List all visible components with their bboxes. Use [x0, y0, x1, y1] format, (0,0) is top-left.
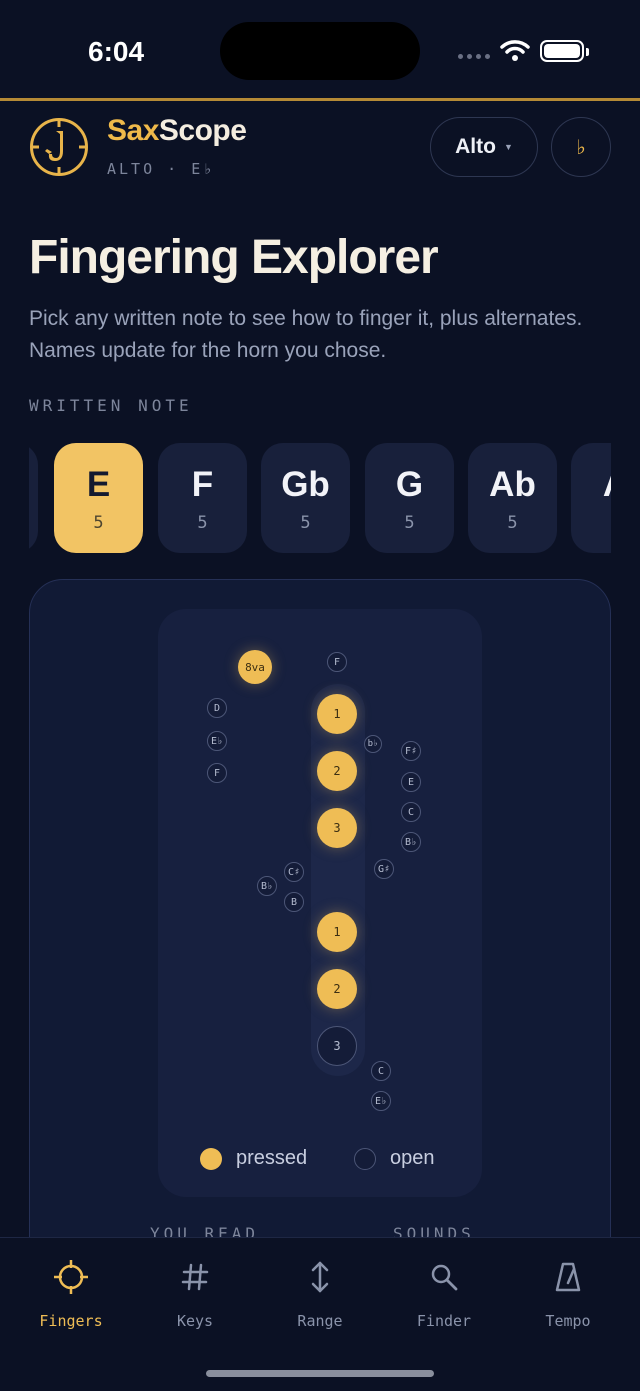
crosshair-icon — [53, 1258, 89, 1296]
status-time: 6:04 — [88, 36, 145, 67]
note-card[interactable]: F 5 — [158, 443, 247, 553]
written-note-label: WRITTEN NOTE — [29, 396, 193, 415]
metronome-icon — [554, 1258, 582, 1296]
key-low-c[interactable]: C — [371, 1061, 391, 1081]
tab-label: Finder — [416, 1312, 472, 1330]
brand-scope: Scope — [158, 114, 247, 147]
wifi-icon — [500, 40, 530, 61]
octave-key[interactable]: 8va — [238, 650, 272, 684]
legend-pressed: pressed — [200, 1147, 307, 1170]
tab-range[interactable]: Range — [256, 1238, 384, 1338]
note-card[interactable]: A — [571, 443, 611, 553]
horn-select-button[interactable]: Alto ▼ — [430, 117, 538, 177]
note-octave: 5 — [300, 513, 311, 533]
tab-finder[interactable]: Finder — [380, 1238, 508, 1338]
legend-open: open — [354, 1147, 435, 1170]
note-name: A — [603, 465, 611, 505]
pressed-swatch — [200, 1147, 222, 1170]
key-front-f[interactable]: F — [327, 652, 347, 672]
note-card[interactable]: E 5 — [54, 443, 143, 553]
header-accent-line — [0, 98, 640, 101]
brand-sax: Sax — [107, 114, 159, 147]
accidental-toggle-button[interactable]: ♭ — [551, 117, 611, 177]
cellular-signal-icon — [458, 54, 490, 59]
note-name: G — [395, 465, 424, 504]
status-bar: 6:04 — [0, 0, 640, 100]
key-side-c[interactable]: C — [401, 802, 421, 822]
horn-select-label: Alto — [455, 135, 496, 158]
note-card[interactable]: G 5 — [365, 443, 454, 553]
note-card-prev[interactable] — [29, 443, 38, 553]
app-brand: SaxScope — [107, 114, 247, 148]
chevron-down-icon: ▼ — [503, 142, 513, 152]
home-indicator[interactable] — [206, 1370, 434, 1377]
key-low-eb[interactable]: E♭ — [371, 1091, 391, 1111]
key-pinky-cs[interactable]: C♯ — [284, 862, 304, 882]
note-octave: 5 — [197, 513, 208, 533]
note-picker[interactable]: E 5 F 5 Gb 5 G 5 Ab 5 A — [29, 443, 611, 553]
tab-label: Range — [297, 1312, 343, 1330]
note-card[interactable]: Ab 5 — [468, 443, 557, 553]
note-name: F — [191, 465, 214, 504]
note-name: Ab — [489, 465, 536, 504]
key-palm-f[interactable]: F — [207, 763, 227, 783]
key-side-fs[interactable]: F♯ — [401, 741, 421, 761]
open-swatch — [354, 1147, 376, 1170]
legend-pressed-label: pressed — [236, 1147, 308, 1169]
key-upper-1[interactable]: 1 — [317, 694, 357, 734]
tab-label: Keys — [176, 1312, 214, 1330]
tab-bar: Fingers Keys Range Finder Tempo — [0, 1237, 640, 1391]
hash-icon — [180, 1258, 210, 1296]
key-palm-d[interactable]: D — [207, 698, 227, 718]
note-name: E — [86, 465, 111, 504]
key-side-bb[interactable]: B♭ — [401, 832, 421, 852]
key-lower-1[interactable]: 1 — [317, 912, 357, 952]
note-card[interactable]: Gb 5 — [261, 443, 350, 553]
battery-icon — [540, 40, 589, 62]
key-side-e[interactable]: E — [401, 772, 421, 792]
horn-subtitle: ALTO · E♭ — [107, 160, 216, 178]
key-upper-3[interactable]: 3 — [317, 808, 357, 848]
dynamic-island — [220, 22, 420, 80]
main-key-column — [311, 684, 365, 1076]
tab-tempo[interactable]: Tempo — [504, 1238, 632, 1338]
page-title: Fingering Explorer — [29, 231, 439, 284]
key-bis-bb[interactable]: b♭ — [364, 735, 382, 753]
tab-label: Tempo — [545, 1312, 591, 1330]
note-name: Gb — [281, 465, 330, 504]
key-pinky-bb[interactable]: B♭ — [257, 876, 277, 896]
key-palm-eb[interactable]: E♭ — [207, 731, 227, 751]
note-octave: 5 — [93, 513, 104, 533]
key-lower-3[interactable]: 3 — [317, 1026, 357, 1066]
vertical-arrows-icon — [308, 1258, 332, 1296]
tab-label: Fingers — [39, 1312, 103, 1330]
saxophone-logo-icon — [30, 118, 88, 176]
key-lower-2[interactable]: 2 — [317, 969, 357, 1009]
key-g-sharp[interactable]: G♯ — [374, 859, 394, 879]
key-pinky-b[interactable]: B — [284, 892, 304, 912]
note-octave: 5 — [507, 513, 518, 533]
key-upper-2[interactable]: 2 — [317, 751, 357, 791]
note-octave: 5 — [404, 513, 415, 533]
tab-keys[interactable]: Keys — [131, 1238, 259, 1338]
legend-open-label: open — [390, 1147, 435, 1169]
page-description: Pick any written note to see how to fing… — [29, 307, 583, 362]
tab-fingers[interactable]: Fingers — [7, 1238, 135, 1338]
search-icon — [429, 1258, 459, 1296]
